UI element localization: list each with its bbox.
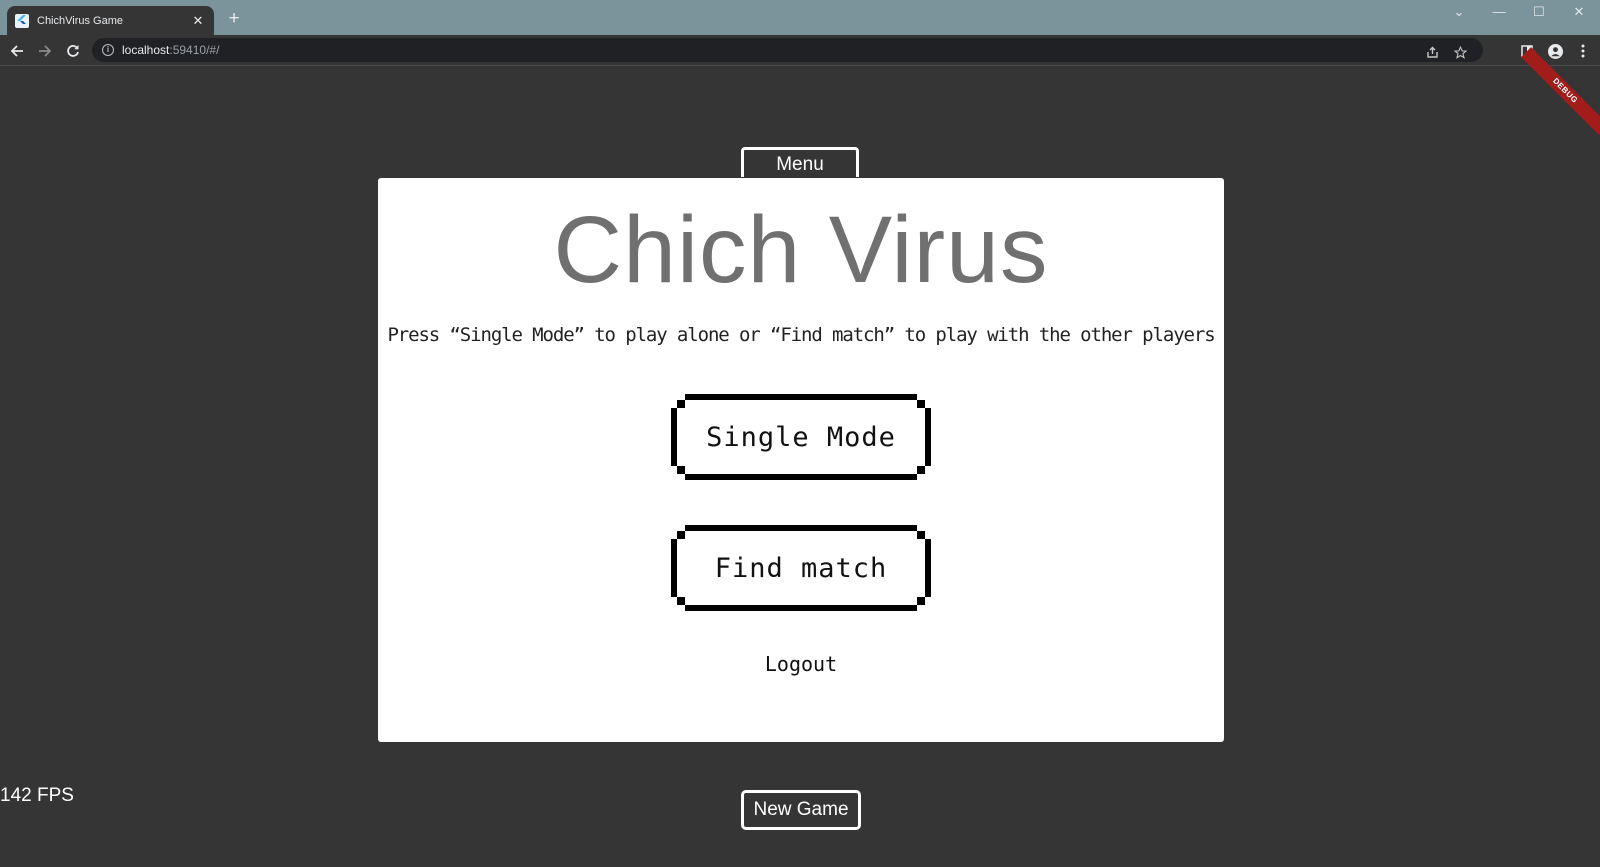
info-icon[interactable]: i: [102, 44, 114, 56]
url-path: :59410/#/: [169, 43, 220, 57]
tab-close-icon[interactable]: ✕: [190, 13, 206, 29]
forward-arrow-icon[interactable]: [34, 40, 56, 62]
reload-icon[interactable]: [62, 40, 84, 62]
address-bar[interactable]: i localhost:59410/#/: [92, 38, 1483, 62]
instructions-text: Press “Single Mode” to play alone or “Fi…: [387, 324, 1215, 346]
browser-tab-strip: ChichVirus Game ✕ + ⌄ — ☐ ✕: [0, 0, 1600, 35]
back-arrow-icon[interactable]: [6, 40, 28, 62]
new-tab-button[interactable]: +: [224, 9, 244, 29]
maximize-button[interactable]: ☐: [1529, 3, 1549, 21]
tab-search-icon[interactable]: ⌄: [1449, 3, 1469, 21]
more-vert-icon[interactable]: [1572, 40, 1594, 62]
single-mode-button[interactable]: Single Mode: [671, 394, 931, 480]
flutter-icon: [15, 13, 29, 28]
minimize-button[interactable]: —: [1489, 3, 1509, 21]
find-match-label: Find match: [714, 552, 888, 584]
share-icon[interactable]: [1424, 44, 1440, 60]
star-icon[interactable]: [1452, 44, 1468, 60]
close-window-button[interactable]: ✕: [1569, 3, 1589, 21]
fps-counter: 142 FPS: [0, 785, 74, 806]
main-menu-panel: Chich Virus Press “Single Mode” to play …: [378, 178, 1224, 742]
tab-title: ChichVirus Game: [37, 14, 123, 27]
find-match-button[interactable]: Find match: [671, 525, 931, 611]
single-mode-label: Single Mode: [706, 421, 896, 453]
new-game-button[interactable]: New Game: [741, 790, 861, 830]
browser-tab[interactable]: ChichVirus Game ✕: [7, 6, 214, 35]
menu-tab-button[interactable]: Menu: [741, 147, 859, 177]
game-title: Chich Virus: [553, 197, 1049, 303]
browser-toolbar: i localhost:59410/#/: [0, 35, 1600, 66]
logout-link[interactable]: Logout: [378, 652, 1224, 676]
url-host: localhost: [122, 43, 170, 57]
profile-icon[interactable]: [1544, 40, 1566, 62]
